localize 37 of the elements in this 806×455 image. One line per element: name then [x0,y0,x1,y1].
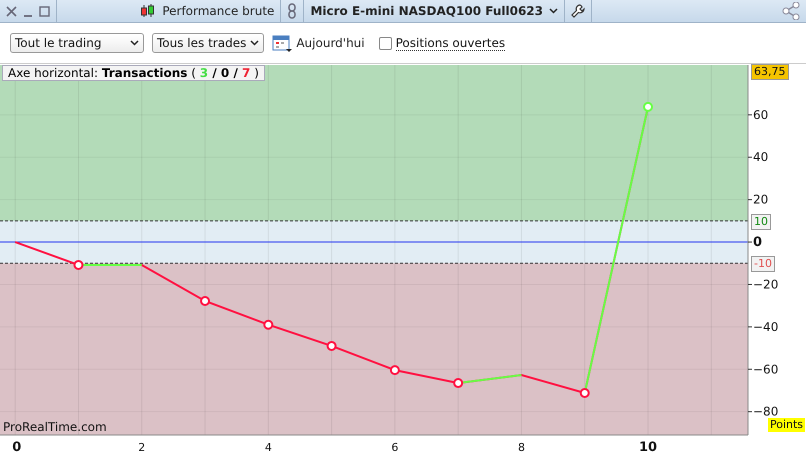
share-icon[interactable] [782,2,802,20]
open-positions-label[interactable]: Positions ouvertes [396,36,506,50]
y-tick-label: 40 [753,150,768,164]
wrench-icon[interactable] [571,4,585,18]
instrument-selector[interactable]: Micro E-mini NASDAQ100 Full0623 [310,4,543,18]
watermark: ProRealTime.com [3,420,107,434]
x-tick-label: 2 [138,441,146,454]
chevron-icon [250,40,260,46]
link-icon[interactable] [287,3,298,19]
calendar-icon[interactable] [272,33,292,53]
last-value-badge: 63,75 [751,64,788,80]
y-tick-label: −60 [753,362,778,376]
x-tick-label: 4 [264,441,272,454]
candlestick-icon [140,3,156,19]
y-tick-label: −40 [753,320,778,334]
scope-select[interactable]: Tout le trading [10,33,144,53]
lower-threshold-badge: -10 [751,256,775,272]
upper-threshold-badge: 10 [751,214,771,230]
x-tick-label: 8 [518,441,525,454]
today-button[interactable]: Aujourd'hui [296,36,365,50]
y-tick-label: 0 [753,235,762,250]
unit-badge: Points [768,418,806,432]
chevron-icon [130,40,139,46]
trades-select[interactable]: Tous les trades [152,33,264,53]
open-positions-checkbox[interactable] [378,36,392,50]
x-tick-label: 0 [12,440,22,455]
maximize-icon[interactable] [39,6,50,16]
close-icon[interactable] [6,6,17,16]
chevron-icon [549,8,558,14]
y-tick-label: −20 [753,277,778,292]
x-tick-label: 10 [638,440,658,455]
y-tick-label: 60 [753,108,768,122]
y-tick-label: 20 [753,192,768,207]
x-tick-label: 6 [391,441,398,454]
panel-title: Performance brute [162,4,274,18]
y-tick-label: −80 [753,404,778,419]
horizontal-axis-label: Axe horizontal: Transactions ( 3 / 0 / 7 ) [2,65,265,81]
